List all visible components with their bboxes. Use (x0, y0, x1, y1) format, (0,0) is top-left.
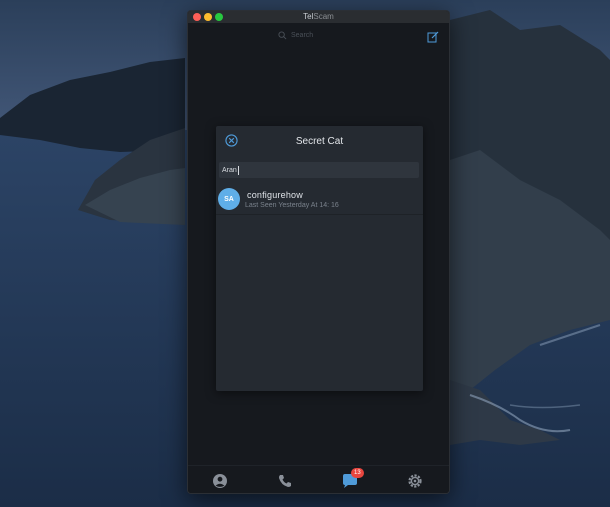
window-title-text: Tel (303, 12, 314, 21)
search-icon (278, 31, 287, 40)
search-placeholder: Search (291, 32, 314, 39)
calls-tab-icon[interactable] (277, 473, 293, 489)
contact-search-input[interactable]: Aran (219, 162, 419, 178)
contact-last-seen: Last Seen Yesterday At 14: 16 (245, 202, 339, 209)
dialog-title: Secret Cat (295, 136, 344, 147)
title-bar[interactable]: TelScam (188, 11, 449, 23)
app-header: Search (188, 23, 449, 49)
contacts-tab-icon[interactable] (212, 473, 228, 489)
compose-icon[interactable] (427, 31, 439, 43)
avatar: SA (218, 188, 240, 210)
search-bar[interactable]: Search (278, 29, 348, 42)
contact-name: configurehow (247, 190, 303, 200)
contact-list-item[interactable]: SA configurehow Last Seen Yesterday At 1… (216, 185, 423, 215)
text-caret (237, 165, 239, 175)
window-title-overlay: Scam (313, 12, 334, 21)
chats-unread-badge: 13 (351, 468, 364, 478)
bottom-tab-bar: 13 (188, 465, 449, 493)
contact-search-value: Aran (222, 166, 237, 174)
settings-tab-icon[interactable] (407, 473, 423, 489)
window-title: TelScam (188, 12, 449, 22)
secret-chat-dialog: Secret Cat Aran SA configurehow Last See… (216, 126, 423, 391)
